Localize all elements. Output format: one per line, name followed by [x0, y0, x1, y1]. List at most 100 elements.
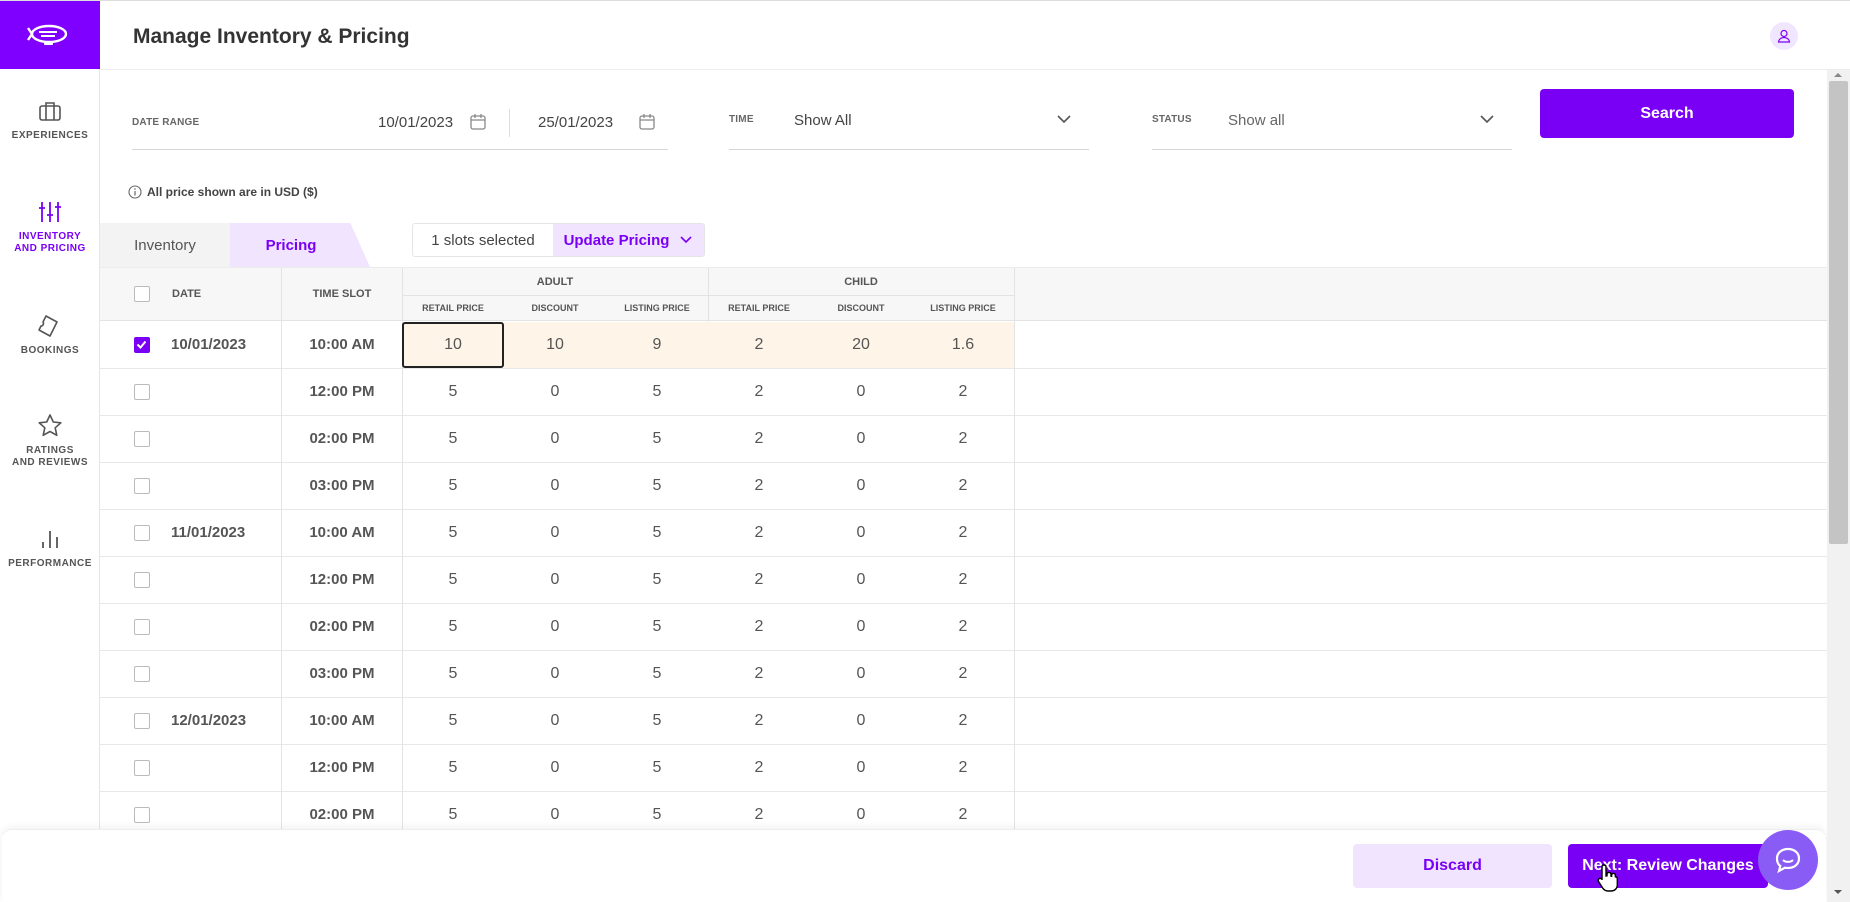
adult-discount-cell[interactable]: 10 [504, 322, 606, 368]
child-retail-price-cell[interactable]: 2 [708, 698, 810, 744]
child-listing-price-cell[interactable]: 2 [912, 745, 1014, 791]
date-from-input[interactable]: 10/01/2023 [378, 114, 453, 131]
adult-listing-price-cell[interactable]: 5 [606, 463, 708, 509]
adult-listing-price-cell[interactable]: 5 [606, 651, 708, 697]
adult-discount-cell[interactable]: 0 [504, 510, 606, 556]
scroll-up-icon[interactable] [1832, 71, 1844, 79]
row-checkbox[interactable] [134, 713, 150, 729]
child-listing-price-cell[interactable]: 2 [912, 510, 1014, 556]
select-all-checkbox[interactable] [134, 286, 150, 302]
child-retail-price-cell[interactable]: 2 [708, 463, 810, 509]
row-checkbox[interactable] [134, 807, 150, 823]
adult-retail-price-cell[interactable]: 5 [402, 698, 504, 744]
sidebar-item-performance[interactable]: PERFORMANCE [0, 526, 100, 570]
adult-discount-cell[interactable]: 0 [504, 416, 606, 462]
ticket-icon [38, 315, 58, 337]
child-retail-price-cell[interactable]: 2 [708, 322, 810, 368]
time-select[interactable]: Show All [794, 112, 852, 129]
adult-discount-cell[interactable]: 0 [504, 745, 606, 791]
adult-discount-cell[interactable]: 0 [504, 369, 606, 415]
search-button[interactable]: Search [1540, 89, 1794, 138]
child-discount-cell[interactable]: 0 [810, 416, 912, 462]
adult-discount-cell[interactable]: 0 [504, 557, 606, 603]
child-retail-price-cell[interactable]: 2 [708, 557, 810, 603]
adult-listing-price-cell[interactable]: 5 [606, 698, 708, 744]
brand-logo[interactable] [0, 1, 100, 69]
child-discount-cell[interactable]: 0 [810, 698, 912, 744]
child-retail-price-cell[interactable]: 2 [708, 745, 810, 791]
user-avatar[interactable] [1770, 22, 1798, 50]
adult-retail-price-cell[interactable]: 5 [402, 463, 504, 509]
child-listing-price-cell[interactable]: 2 [912, 698, 1014, 744]
adult-retail-price-cell[interactable]: 5 [402, 745, 504, 791]
child-discount-cell[interactable]: 20 [810, 322, 912, 368]
adult-listing-price-cell[interactable]: 5 [606, 557, 708, 603]
adult-listing-price-cell[interactable]: 5 [606, 745, 708, 791]
scroll-down-icon[interactable] [1832, 888, 1844, 896]
adult-listing-price-cell[interactable]: 9 [606, 322, 708, 368]
child-listing-price-cell[interactable]: 2 [912, 604, 1014, 650]
sidebar-item-bookings[interactable]: BOOKINGS [0, 313, 100, 357]
adult-listing-price-cell[interactable]: 5 [606, 604, 708, 650]
child-discount-cell[interactable]: 0 [810, 510, 912, 556]
child-discount-cell[interactable]: 0 [810, 604, 912, 650]
chevron-down-icon[interactable] [1056, 111, 1072, 127]
adult-discount-cell[interactable]: 0 [504, 604, 606, 650]
adult-retail-price-cell[interactable]: 5 [402, 604, 504, 650]
row-checkbox[interactable] [134, 572, 150, 588]
adult-retail-price-cell[interactable]: 5 [402, 651, 504, 697]
child-listing-price-cell[interactable]: 2 [912, 369, 1014, 415]
sidebar-item-ratings-reviews[interactable]: RATINGS AND REVIEWS [0, 413, 100, 469]
date-to-input[interactable]: 25/01/2023 [538, 114, 618, 131]
child-retail-price-cell[interactable]: 2 [708, 510, 810, 556]
sidebar-item-experiences[interactable]: EXPERIENCES [0, 98, 100, 142]
row-checkbox[interactable] [134, 666, 150, 682]
chat-widget-button[interactable] [1758, 830, 1818, 890]
adult-discount-cell[interactable]: 0 [504, 698, 606, 744]
row-checkbox[interactable] [134, 619, 150, 635]
adult-listing-price-cell[interactable]: 5 [606, 369, 708, 415]
discard-button[interactable]: Discard [1353, 844, 1552, 888]
calendar-icon[interactable] [638, 113, 656, 131]
tab-pricing[interactable]: Pricing [230, 223, 370, 267]
row-checkbox[interactable] [134, 431, 150, 447]
row-checkbox[interactable] [134, 760, 150, 776]
header-divider [402, 295, 1014, 296]
adult-retail-price-cell[interactable]: 5 [402, 510, 504, 556]
child-listing-price-cell[interactable]: 2 [912, 651, 1014, 697]
adult-retail-price-cell[interactable]: 10 [402, 322, 504, 368]
table-row: 12/01/2023 10:00 AM 5 0 5 2 0 2 [100, 698, 1827, 745]
row-checkbox[interactable] [134, 384, 150, 400]
child-discount-cell[interactable]: 0 [810, 651, 912, 697]
sidebar-item-inventory-pricing[interactable]: INVENTORY AND PRICING [0, 199, 100, 255]
row-checkbox[interactable] [134, 337, 150, 353]
child-discount-cell[interactable]: 0 [810, 745, 912, 791]
status-select[interactable]: Show all [1228, 112, 1285, 129]
adult-retail-price-cell[interactable]: 5 [402, 369, 504, 415]
child-listing-price-cell[interactable]: 2 [912, 416, 1014, 462]
child-listing-price-cell[interactable]: 2 [912, 463, 1014, 509]
row-checkbox[interactable] [134, 525, 150, 541]
adult-retail-price-cell[interactable]: 5 [402, 557, 504, 603]
child-retail-price-cell[interactable]: 2 [708, 416, 810, 462]
adult-retail-price-cell[interactable]: 5 [402, 416, 504, 462]
child-retail-price-cell[interactable]: 2 [708, 651, 810, 697]
adult-discount-cell[interactable]: 0 [504, 651, 606, 697]
child-retail-price-cell[interactable]: 2 [708, 604, 810, 650]
tab-inventory[interactable]: Inventory [100, 223, 230, 267]
child-discount-cell[interactable]: 0 [810, 463, 912, 509]
row-time-slot: 03:00 PM [309, 477, 375, 494]
child-retail-price-cell[interactable]: 2 [708, 369, 810, 415]
scrollbar-thumb[interactable] [1829, 81, 1848, 544]
update-pricing-button[interactable]: Update Pricing [553, 224, 704, 256]
adult-discount-cell[interactable]: 0 [504, 463, 606, 509]
child-listing-price-cell[interactable]: 1.6 [912, 322, 1014, 368]
child-discount-cell[interactable]: 0 [810, 557, 912, 603]
row-checkbox[interactable] [134, 478, 150, 494]
calendar-icon[interactable] [469, 113, 487, 131]
child-discount-cell[interactable]: 0 [810, 369, 912, 415]
chevron-down-icon[interactable] [1479, 111, 1495, 127]
adult-listing-price-cell[interactable]: 5 [606, 416, 708, 462]
child-listing-price-cell[interactable]: 2 [912, 557, 1014, 603]
adult-listing-price-cell[interactable]: 5 [606, 510, 708, 556]
